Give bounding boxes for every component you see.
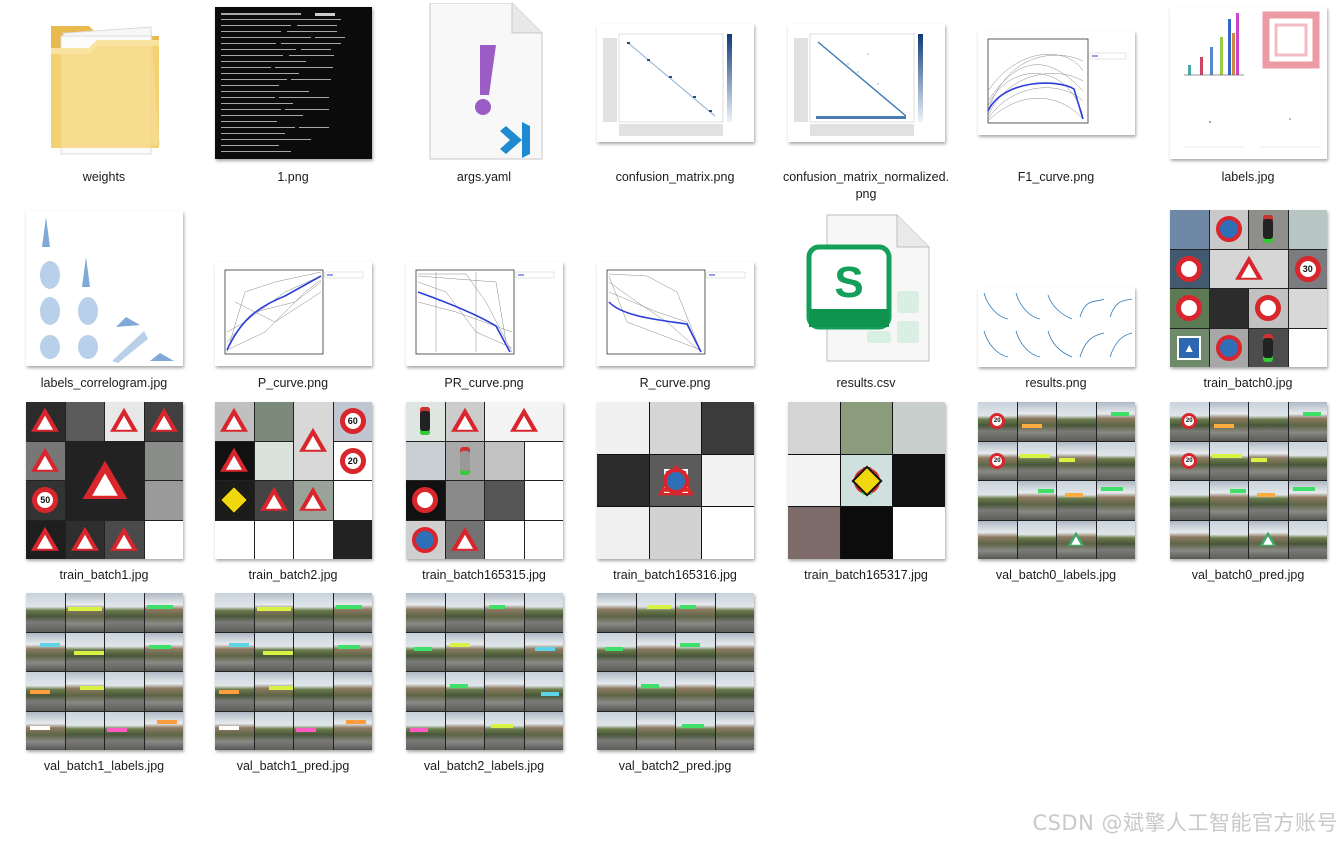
file-name: labels.jpg bbox=[1221, 170, 1275, 184]
file-name: val_batch0_labels.jpg bbox=[995, 568, 1117, 582]
file-name: PR_curve.png bbox=[444, 376, 524, 390]
image-thumbnail: 80 20 bbox=[788, 402, 945, 559]
file-item-train-batch1[interactable]: 50 train_batch1.jpg bbox=[18, 402, 190, 594]
image-thumbnail bbox=[215, 4, 372, 161]
file-name: train_batch165315.jpg bbox=[422, 568, 546, 582]
file-item-val-batch1-labels[interactable]: val_batch1_labels.jpg bbox=[18, 593, 190, 785]
file-item-labels[interactable]: labels.jpg bbox=[1162, 4, 1334, 196]
file-name: results.csv bbox=[836, 376, 896, 390]
file-item-train-batch165316[interactable]: ⇅ 60 50 20 train_batch165316.jpg bbox=[589, 402, 761, 594]
file-name: train_batch0.jpg bbox=[1203, 376, 1293, 390]
image-thumbnail: ⇅ 60 50 20 bbox=[597, 402, 754, 559]
file-name: 1.png bbox=[277, 170, 309, 184]
file-name: F1_curve.png bbox=[1017, 170, 1095, 184]
file-item-results-csv[interactable]: S results.csv bbox=[780, 210, 952, 402]
image-thumbnail bbox=[978, 4, 1135, 161]
image-thumbnail bbox=[1170, 4, 1327, 161]
file-item-train-batch0[interactable]: 30 ▲ train_batch0.jpg bbox=[1162, 210, 1334, 402]
image-thumbnail bbox=[597, 4, 754, 161]
file-name: weights bbox=[82, 170, 126, 184]
file-name: labels_correlogram.jpg bbox=[40, 376, 168, 390]
csv-file-icon: S bbox=[788, 210, 945, 367]
file-name: confusion_matrix.png bbox=[615, 170, 735, 184]
image-thumbnail: 60 20 bbox=[215, 402, 372, 559]
file-item-args-yaml[interactable]: args.yaml bbox=[398, 2, 570, 196]
image-thumbnail bbox=[406, 593, 563, 750]
image-thumbnail bbox=[788, 4, 945, 161]
image-thumbnail bbox=[597, 210, 754, 367]
file-name: val_batch1_labels.jpg bbox=[43, 759, 165, 773]
file-item-train-batch165315[interactable]: train_batch165315.jpg bbox=[398, 402, 570, 594]
csv-icon-letter: S bbox=[834, 258, 863, 307]
file-item-pr-curve[interactable]: PR_curve.png bbox=[398, 210, 570, 402]
file-name: train_batch1.jpg bbox=[59, 568, 149, 582]
image-thumbnail bbox=[26, 593, 183, 750]
file-grid: weights 1.png args.yaml confusion_matrix… bbox=[0, 0, 1344, 845]
file-name: results.png bbox=[1025, 376, 1087, 390]
file-item-train-batch2[interactable]: 60 20 train_batch2.jpg bbox=[207, 402, 379, 594]
file-item-val-batch2-labels[interactable]: val_batch2_labels.jpg bbox=[398, 593, 570, 785]
file-item-p-curve[interactable]: P_curve.png bbox=[207, 210, 379, 402]
image-thumbnail bbox=[597, 593, 754, 750]
image-thumbnail bbox=[978, 210, 1135, 367]
image-thumbnail bbox=[26, 210, 183, 367]
file-item-confusion-matrix[interactable]: confusion_matrix.png bbox=[589, 4, 761, 196]
file-item-val-batch0-pred[interactable]: 20 20 val_batch0_pred.jpg bbox=[1162, 402, 1334, 594]
file-name: val_batch0_pred.jpg bbox=[1191, 568, 1305, 582]
file-name: R_curve.png bbox=[639, 376, 711, 390]
file-item-r-curve[interactable]: R_curve.png bbox=[589, 210, 761, 402]
file-name: train_batch165317.jpg bbox=[804, 568, 928, 582]
file-item-1png[interactable]: 1.png bbox=[207, 4, 379, 196]
file-item-weights[interactable]: weights bbox=[18, 4, 190, 196]
yaml-file-icon bbox=[406, 2, 563, 161]
file-name: val_batch1_pred.jpg bbox=[236, 759, 350, 773]
file-item-val-batch2-pred[interactable]: val_batch2_pred.jpg bbox=[589, 593, 761, 785]
watermark: CSDN @斌擎人工智能官方账号 bbox=[1032, 811, 1338, 835]
image-thumbnail bbox=[215, 593, 372, 750]
image-thumbnail bbox=[215, 210, 372, 367]
file-item-labels-correlogram[interactable]: labels_correlogram.jpg bbox=[18, 210, 190, 402]
image-thumbnail: 30 ▲ bbox=[1170, 210, 1327, 367]
image-thumbnail: 20 20 bbox=[1170, 402, 1327, 559]
file-name: args.yaml bbox=[456, 170, 512, 184]
image-thumbnail bbox=[406, 402, 563, 559]
file-item-f1-curve[interactable]: F1_curve.png bbox=[970, 4, 1142, 196]
file-name: train_batch165316.jpg bbox=[613, 568, 737, 582]
file-name: val_batch2_pred.jpg bbox=[618, 759, 732, 773]
file-name: confusion_matrix_normalized.png bbox=[782, 170, 950, 201]
image-thumbnail: 20 20 bbox=[978, 402, 1135, 559]
folder-icon bbox=[26, 4, 183, 161]
file-name: val_batch2_labels.jpg bbox=[423, 759, 545, 773]
file-item-results-png[interactable]: results.png bbox=[970, 210, 1142, 402]
file-item-confusion-matrix-normalized[interactable]: confusion_matrix_normalized.png bbox=[780, 4, 952, 201]
file-name: train_batch2.jpg bbox=[248, 568, 338, 582]
file-item-val-batch1-pred[interactable]: val_batch1_pred.jpg bbox=[207, 593, 379, 785]
file-item-train-batch165317[interactable]: 80 20 train_batch165317.jpg bbox=[780, 402, 952, 594]
image-thumbnail: 50 bbox=[26, 402, 183, 559]
image-thumbnail bbox=[406, 210, 563, 367]
file-item-val-batch0-labels[interactable]: 20 20 val_batch0_labels.jpg bbox=[970, 402, 1142, 594]
file-name: P_curve.png bbox=[257, 376, 329, 390]
